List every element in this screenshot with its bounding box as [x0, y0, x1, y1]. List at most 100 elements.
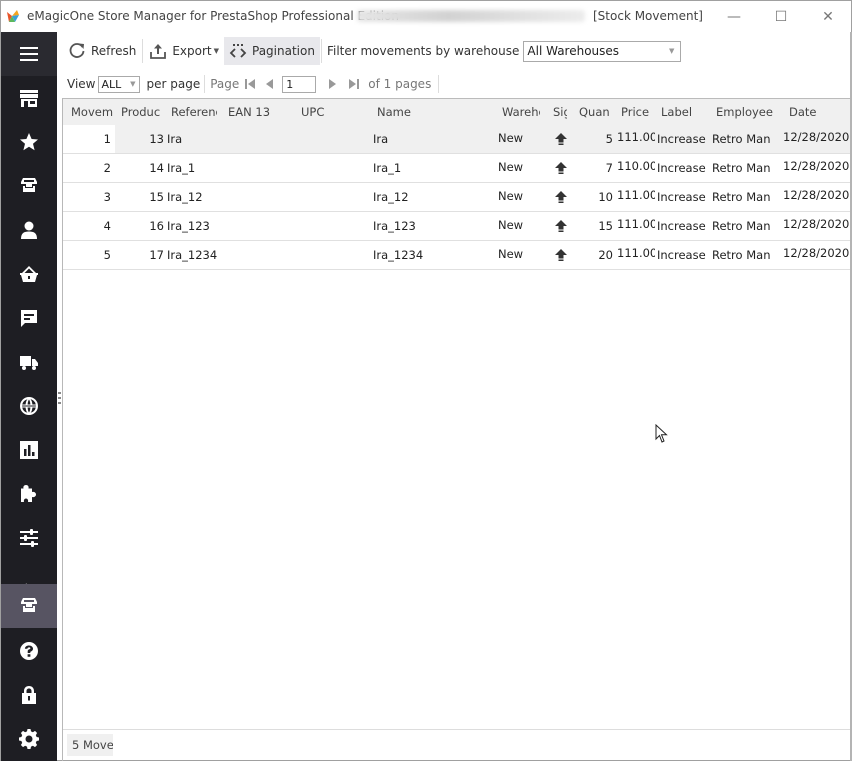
sidebar-item-help[interactable] [1, 629, 57, 673]
sidebar-item-menu[interactable] [1, 32, 57, 76]
cell-name: Ira [373, 132, 389, 146]
table-row[interactable]: 1 13 Ira Ira New 5 111.00 Increase Retro Man 12/2… [63, 125, 851, 154]
refresh-button[interactable]: Refresh [63, 37, 141, 65]
mouse-cursor-icon [655, 424, 668, 443]
cell-movement-id: 5 [103, 248, 111, 262]
minimize-button[interactable]: — [711, 1, 757, 32]
stock-movement-grid: Movem Produc Referenc EAN 13 UPC Name Wa… [63, 99, 851, 729]
sidebar [1, 32, 57, 761]
last-page-button[interactable] [344, 74, 364, 94]
column-header-name[interactable]: Name [377, 99, 477, 125]
export-button[interactable]: Export ▼ [144, 37, 224, 65]
next-page-button[interactable] [320, 74, 344, 94]
cell-reference: Ira_12 [167, 190, 203, 204]
column-header-movement[interactable]: Movem [71, 99, 115, 125]
cell-label: Increase [657, 190, 706, 204]
lock-icon [22, 686, 36, 704]
cell-product-id: 13 [149, 132, 164, 146]
arrow-up-icon [555, 133, 567, 145]
basket-icon [20, 266, 38, 282]
cell-employee: Retro Man [712, 132, 771, 146]
sidebar-splitter[interactable] [58, 392, 61, 404]
cell-name: Ira_12 [373, 190, 409, 204]
star-icon [20, 133, 38, 151]
column-header-ean13[interactable]: EAN 13 [228, 99, 288, 125]
refresh-label: Refresh [91, 44, 137, 58]
cell-warehouse: New [498, 247, 524, 261]
sidebar-item-localization[interactable] [1, 384, 57, 428]
cell-price: 111.00 [617, 130, 655, 144]
sidebar-item-orders[interactable] [1, 252, 57, 296]
user-icon [21, 221, 37, 239]
cell-product-id: 17 [149, 248, 164, 262]
page-number-input[interactable] [282, 75, 317, 93]
sidebar-item-shipping[interactable] [1, 340, 57, 384]
refresh-icon [69, 43, 85, 58]
sidebar-item-settings[interactable] [1, 717, 57, 761]
warehouse-filter-select[interactable]: All Warehouses ▼ [523, 40, 682, 62]
cell-label: Increase [657, 132, 706, 146]
sidebar-item-store[interactable] [1, 76, 57, 120]
per-page-select[interactable]: ALL ▼ [98, 75, 141, 93]
cell-movement-id: 3 [103, 190, 111, 204]
cell-date: 12/28/2020 [783, 188, 849, 202]
column-header-product[interactable]: Produc [121, 99, 161, 125]
table-row[interactable]: 5 17 Ira_1234 Ira_1234 New 20 111.00 Increase Re… [63, 241, 851, 270]
table-row[interactable]: 3 15 Ira_12 Ira_12 New 10 111.00 Increase Retro … [63, 183, 851, 212]
sidebar-item-stock-movement[interactable] [1, 584, 57, 628]
table-row[interactable]: 4 16 Ira_123 Ira_123 New 15 111.00 Increase Retr… [63, 212, 851, 241]
pagination-toggle[interactable]: Pagination [224, 37, 320, 65]
table-row[interactable]: 2 14 Ira_1 Ira_1 New 7 110.00 Increase Retro Man… [63, 154, 851, 183]
column-header-employee[interactable]: Employee [716, 99, 776, 125]
toolbar-separator [438, 75, 440, 93]
sidebar-item-messages[interactable] [1, 296, 57, 340]
next-page-icon [329, 79, 337, 89]
column-header-warehouse[interactable]: Warehc [502, 99, 540, 125]
column-header-sign[interactable]: Sig [553, 99, 567, 125]
prev-page-button[interactable] [258, 74, 282, 94]
per-page-label: per page [146, 77, 201, 91]
sidebar-item-customers[interactable] [1, 208, 57, 252]
cell-name: Ira_123 [373, 219, 416, 233]
column-header-price[interactable]: Price [621, 99, 655, 125]
sliders-icon [20, 529, 38, 547]
arrow-up-icon [555, 191, 567, 203]
cell-movement-id: 4 [103, 219, 111, 233]
help-icon [20, 642, 38, 660]
chevron-down-icon: ▼ [130, 80, 136, 88]
first-page-button[interactable] [242, 74, 258, 94]
cell-price: 110.00 [617, 159, 655, 173]
column-header-quantity[interactable]: Quan [579, 99, 609, 125]
export-icon [150, 44, 167, 59]
sidebar-item-preferences[interactable] [1, 516, 57, 560]
cell-quantity: 20 [598, 248, 613, 262]
sidebar-item-addons[interactable] [1, 472, 57, 516]
app-logo-icon [7, 10, 19, 22]
arrow-up-icon [555, 162, 567, 174]
inbox-icon [21, 178, 37, 194]
cell-sign [550, 154, 572, 182]
column-header-reference[interactable]: Referenc [171, 99, 217, 125]
close-button[interactable]: ✕ [805, 1, 851, 32]
cell-employee: Retro Man [712, 190, 771, 204]
cell-label: Increase [657, 248, 706, 262]
page-label: Page [210, 77, 240, 91]
column-header-upc[interactable]: UPC [301, 99, 361, 125]
toolbar-separator [204, 75, 206, 93]
sidebar-item-favorites[interactable] [1, 120, 57, 164]
cell-product-id: 14 [149, 161, 164, 175]
cell-warehouse: New [498, 131, 524, 145]
column-header-date[interactable]: Date [789, 99, 839, 125]
column-header-label[interactable]: Label [661, 99, 705, 125]
cell-product-id: 15 [149, 190, 164, 204]
sidebar-item-reports[interactable] [1, 428, 57, 472]
maximize-button[interactable]: ☐ [758, 1, 804, 32]
chevron-down-icon: ▼ [669, 47, 675, 55]
arrow-up-icon [555, 249, 567, 261]
cell-date: 12/28/2020 [783, 217, 849, 231]
sidebar-item-security[interactable] [1, 673, 57, 717]
cell-movement-id: 2 [103, 161, 111, 175]
puzzle-icon [21, 485, 36, 502]
sidebar-item-catalog[interactable] [1, 164, 57, 208]
app-title: eMagicOne Store Manager for PrestaShop P… [27, 9, 399, 23]
